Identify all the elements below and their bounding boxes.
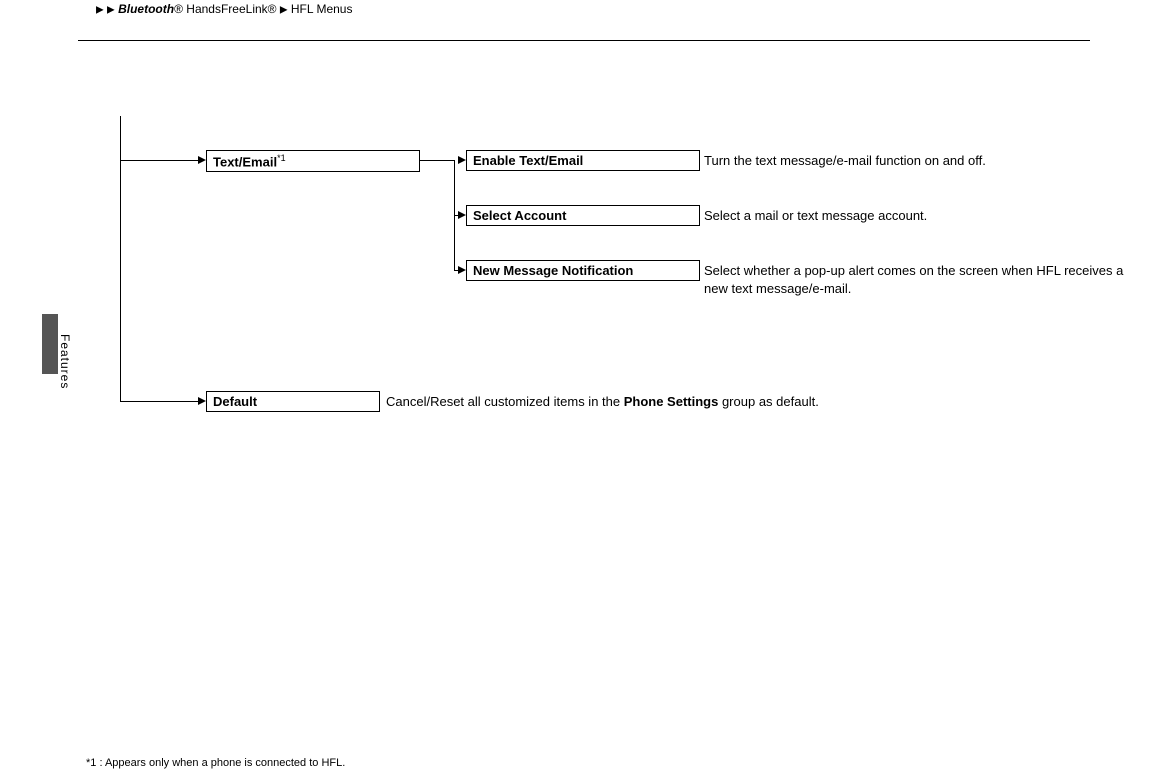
chevron-right-icon: ▶: [107, 4, 115, 15]
node-label: Default: [213, 394, 257, 409]
node-select-account: Select Account: [466, 205, 700, 226]
arrow-right-icon: [458, 266, 466, 274]
node-label: Text/Email: [213, 154, 277, 169]
node-label: Enable Text/Email: [473, 153, 583, 168]
node-description: Cancel/Reset all customized items in the…: [386, 393, 1086, 411]
connector-line: [120, 116, 121, 401]
registered-icon: ®: [174, 2, 183, 16]
node-text-email: Text/Email*1: [206, 150, 420, 172]
sidebar-tab: [42, 314, 58, 374]
connector-line: [120, 160, 200, 161]
breadcrumb-part-hfl: HandsFreeLink: [186, 2, 267, 16]
node-enable-text-email: Enable Text/Email: [466, 150, 700, 171]
breadcrumb-part-menus: HFL Menus: [291, 2, 353, 16]
breadcrumb: ▶ ▶ Bluetooth® HandsFreeLink® ▶ HFL Menu…: [96, 2, 352, 16]
divider: [78, 40, 1090, 41]
chevron-right-icon: ▶: [280, 4, 288, 15]
footnote: *1 : Appears only when a phone is connec…: [86, 757, 345, 769]
chevron-right-icon: ▶: [96, 4, 104, 15]
arrow-right-icon: [198, 397, 206, 405]
sidebar-label: Features: [58, 334, 72, 389]
connector-line: [420, 160, 454, 161]
node-description: Select a mail or text message account.: [704, 207, 1144, 225]
registered-icon: ®: [268, 2, 277, 16]
node-label: New Message Notification: [473, 263, 633, 278]
connector-line: [120, 401, 200, 402]
node-label: Select Account: [473, 208, 566, 223]
arrow-right-icon: [458, 211, 466, 219]
node-sup: *1: [277, 153, 286, 163]
node-new-message-notification: New Message Notification: [466, 260, 700, 281]
arrow-right-icon: [458, 156, 466, 164]
breadcrumb-part-bluetooth: Bluetooth: [118, 2, 174, 16]
node-description: Turn the text message/e-mail function on…: [704, 152, 1144, 170]
node-description: Select whether a pop-up alert comes on t…: [704, 262, 1144, 297]
node-default: Default: [206, 391, 380, 412]
arrow-right-icon: [198, 156, 206, 164]
